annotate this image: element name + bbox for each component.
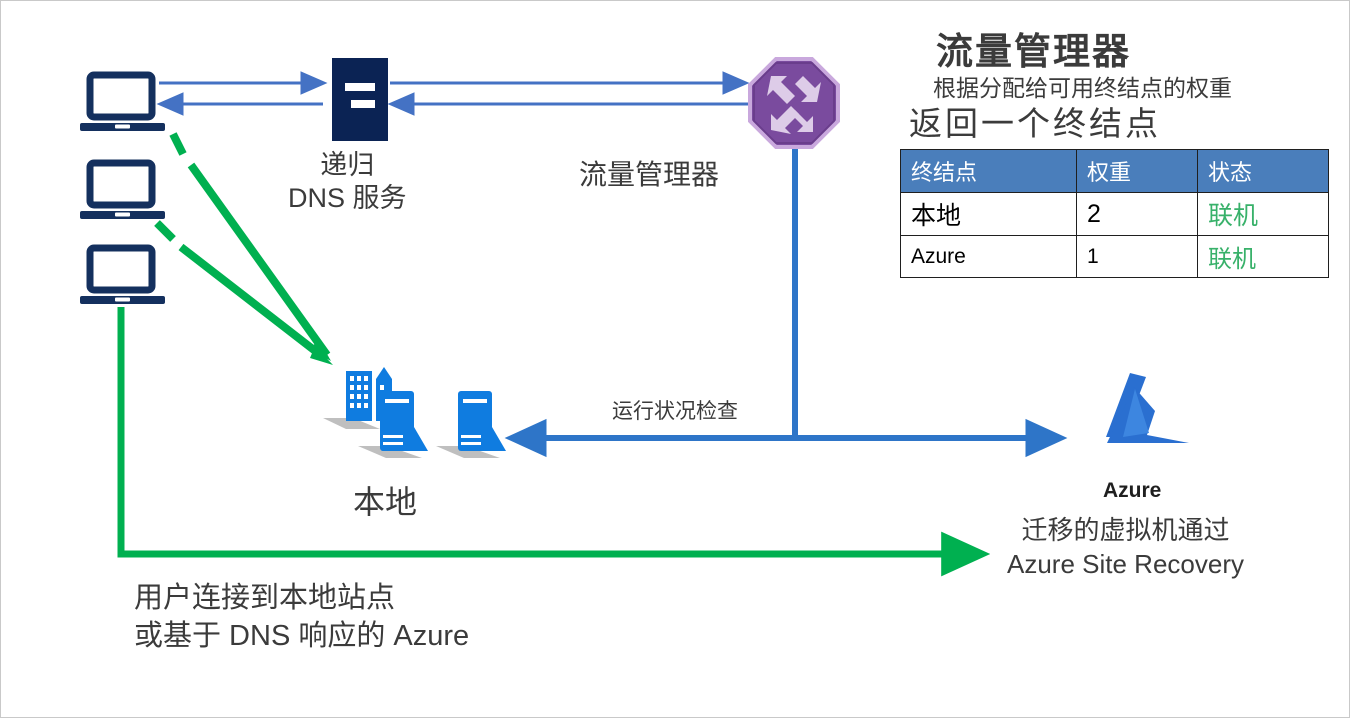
dns-service-label: 递归 DNS 服务 — [288, 149, 407, 215]
traffic-manager-label: 流量管理器 — [579, 159, 720, 190]
laptop-icon — [80, 159, 165, 219]
dns-service-label-line1: 递归 — [320, 150, 375, 180]
column-header-status: 状态 — [1197, 149, 1329, 193]
table-row: 本地 2 联机 — [900, 192, 1329, 236]
on-premises-label: 本地 — [353, 484, 418, 520]
health-check-label: 运行状况检查 — [612, 400, 738, 423]
status-badge: 联机 — [1197, 235, 1329, 278]
dns-service-label-line2: DNS 服务 — [288, 183, 407, 213]
cell-endpoint: 本地 — [900, 192, 1077, 236]
caption: 用户连接到本地站点 或基于 DNS 响应的 Azure — [134, 579, 469, 655]
caption-line1: 用户连接到本地站点 — [134, 582, 396, 614]
arrow-laptop2-to-onprem — [154, 220, 326, 361]
traffic-manager-octagon-icon — [748, 57, 840, 149]
diagram-canvas: 流量管理器 根据分配给可用终结点的权重 返回一个终结点 终结点 权重 状态 本地… — [0, 0, 1350, 718]
azure-logo-icon — [1106, 373, 1189, 443]
caption-line2: 或基于 DNS 响应的 Azure — [134, 620, 470, 652]
traffic-manager-subtitle-2: 返回一个终结点 — [909, 105, 1161, 142]
cell-weight: 2 — [1076, 192, 1198, 236]
traffic-manager-title: 流量管理器 — [936, 31, 1131, 72]
table-header-row: 终结点 权重 状态 — [900, 149, 1329, 193]
table-row: Azure 1 联机 — [900, 235, 1329, 278]
endpoint-table: 终结点 权重 状态 本地 2 联机 Azure 1 联机 — [900, 149, 1329, 278]
arrowhead-laptop1-onprem — [309, 340, 331, 361]
cell-endpoint: Azure — [900, 235, 1077, 278]
arrow-laptop3-to-azure — [117, 307, 991, 577]
server-rack-icon — [332, 58, 388, 141]
azure-sublabel: 迁移的虚拟机通过 Azure Site Recovery — [1007, 513, 1244, 581]
laptop-icon — [80, 244, 165, 304]
cell-weight: 1 — [1076, 235, 1198, 278]
azure-sublabel-line2: Azure Site Recovery — [1007, 549, 1244, 579]
on-premises-datacenter-icon — [323, 367, 506, 458]
column-header-weight: 权重 — [1076, 149, 1198, 193]
column-header-endpoint: 终结点 — [900, 149, 1077, 193]
azure-label: Azure — [1103, 479, 1162, 502]
laptop-icon — [80, 71, 165, 131]
azure-sublabel-line1: 迁移的虚拟机通过 — [1021, 515, 1230, 545]
status-badge: 联机 — [1197, 192, 1329, 236]
